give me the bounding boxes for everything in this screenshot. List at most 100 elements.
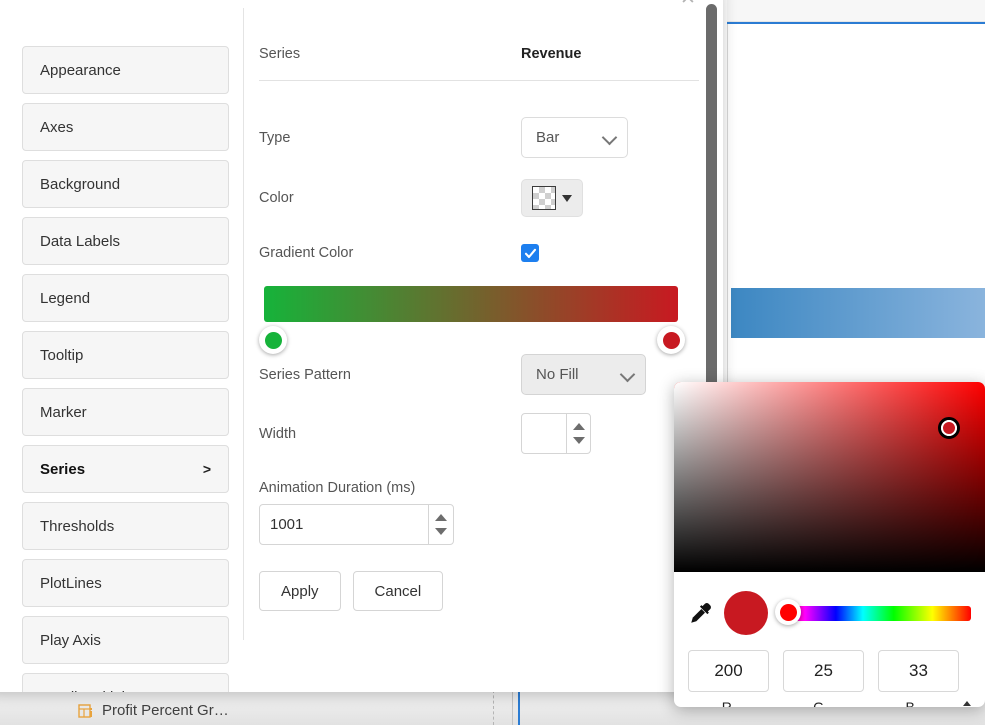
- sidebar-item-plotlines[interactable]: PlotLines: [22, 559, 229, 607]
- color-picker-body: R G B: [674, 572, 985, 707]
- background-blue-vertical-line: [518, 690, 520, 725]
- type-select-value: Bar: [536, 129, 559, 146]
- animation-stepper-buttons[interactable]: [428, 505, 453, 544]
- blue-input[interactable]: [878, 650, 959, 692]
- hue-slider[interactable]: [778, 603, 971, 623]
- stepper-up-icon[interactable]: [573, 423, 585, 430]
- animation-duration-input[interactable]: [260, 505, 428, 544]
- close-icon[interactable]: ✕: [677, 0, 699, 9]
- width-row: Width: [259, 413, 699, 454]
- type-select[interactable]: Bar: [521, 117, 628, 158]
- sidebar-item-label: Data Labels: [40, 233, 120, 250]
- sidebar-item-label: Series: [40, 461, 85, 478]
- rgb-inputs-row: [688, 650, 971, 692]
- red-input[interactable]: [688, 650, 769, 692]
- series-name: Revenue: [521, 46, 581, 62]
- sidebar-item-data-labels[interactable]: Data Labels: [22, 217, 229, 265]
- sidebar-item-label: Marker: [40, 404, 87, 421]
- color-label: Color: [259, 190, 521, 206]
- sidebar-item-appearance[interactable]: Appearance: [22, 46, 229, 94]
- background-top-strip: [727, 0, 985, 22]
- mode-up-arrow: [963, 701, 971, 706]
- eyedropper-icon[interactable]: [688, 600, 714, 626]
- gradient-color-checkbox[interactable]: [521, 244, 539, 262]
- saturation-value-area[interactable]: [674, 382, 985, 572]
- series-settings-form: Series Revenue Type Bar Color Gradien: [259, 46, 699, 611]
- series-pattern-value: No Fill: [536, 366, 579, 383]
- series-header-row: Series Revenue: [259, 46, 699, 62]
- sidebar-item-thresholds[interactable]: Thresholds: [22, 502, 229, 550]
- series-pattern-select[interactable]: No Fill: [521, 354, 646, 395]
- caret-down-icon: [562, 195, 572, 202]
- gradient-preview-bar: [264, 286, 678, 322]
- sidebar-item-legend[interactable]: Legend: [22, 274, 229, 322]
- color-picker-controls-row: [688, 584, 971, 642]
- color-swatch-button[interactable]: [521, 179, 583, 217]
- gradient-slider[interactable]: [259, 286, 699, 348]
- sidebar-item-small-multiples[interactable]: Small Multiples: [22, 673, 229, 692]
- sidebar-item-series[interactable]: Series >: [22, 445, 229, 493]
- background-list-item-label: Profit Percent Gr…: [102, 702, 229, 719]
- animation-duration-stepper[interactable]: [259, 504, 454, 545]
- type-label: Type: [259, 130, 521, 146]
- series-pattern-row: Series Pattern No Fill: [259, 354, 699, 395]
- blue-label: B: [871, 699, 949, 707]
- cancel-button[interactable]: Cancel: [353, 571, 444, 611]
- width-input[interactable]: [522, 414, 566, 453]
- background-list-item[interactable]: Profit Percent Gr…: [78, 702, 229, 719]
- apply-button[interactable]: Apply: [259, 571, 341, 611]
- gradient-start-handle[interactable]: [259, 326, 287, 354]
- background-dashed-divider: [493, 690, 494, 725]
- stepper-up-icon[interactable]: [435, 514, 447, 521]
- hue-handle-color: [780, 604, 797, 621]
- panel-divider: [243, 8, 244, 640]
- hue-gradient-bar[interactable]: [778, 606, 971, 621]
- background-blue-bar: [731, 288, 985, 338]
- check-icon: [524, 247, 537, 260]
- sidebar-item-label: Tooltip: [40, 347, 83, 364]
- color-picker-popover: R G B: [674, 382, 985, 707]
- sidebar-item-label: Axes: [40, 119, 73, 136]
- sidebar-item-tooltip[interactable]: Tooltip: [22, 331, 229, 379]
- sidebar-item-play-axis[interactable]: Play Axis: [22, 616, 229, 664]
- series-header-label: Series: [259, 46, 521, 62]
- transparent-checker-icon: [532, 186, 556, 210]
- sidebar-item-label: Thresholds: [40, 518, 114, 535]
- sidebar-item-marker[interactable]: Marker: [22, 388, 229, 436]
- background-accent-line: [727, 22, 985, 24]
- color-row: Color: [259, 179, 699, 217]
- chevron-right-icon: >: [203, 461, 211, 477]
- chart-table-icon: [78, 703, 94, 719]
- gradient-end-color: [663, 332, 680, 349]
- sv-cursor-handle[interactable]: [938, 417, 960, 439]
- sidebar-item-axes[interactable]: Axes: [22, 103, 229, 151]
- sidebar-item-label: Small Multiples: [40, 689, 141, 693]
- red-label: R: [688, 699, 766, 707]
- screen-root: Profit Percent Gr… ✕ Appearance Axes Bac…: [0, 0, 985, 725]
- header-rule: [259, 80, 699, 81]
- hue-slider-handle[interactable]: [775, 599, 801, 625]
- stepper-down-icon[interactable]: [573, 437, 585, 444]
- type-row: Type Bar: [259, 117, 699, 158]
- animation-duration-group: Animation Duration (ms): [259, 480, 699, 545]
- dialog-actions: Apply Cancel: [259, 571, 699, 611]
- width-label: Width: [259, 426, 521, 442]
- background-solid-divider: [512, 690, 513, 725]
- gradient-start-color: [265, 332, 282, 349]
- chevron-down-icon: [602, 129, 618, 145]
- sidebar-item-label: Background: [40, 176, 120, 193]
- series-settings-dialog: ✕ Appearance Axes Background Data Labels…: [0, 0, 723, 692]
- color-preview-swatch: [724, 591, 768, 635]
- color-mode-toggle-icon[interactable]: [963, 701, 971, 707]
- width-stepper-buttons[interactable]: [566, 414, 590, 453]
- stepper-down-icon[interactable]: [435, 528, 447, 535]
- sv-cursor-color: [941, 420, 957, 436]
- sidebar-item-background[interactable]: Background: [22, 160, 229, 208]
- gradient-color-label: Gradient Color: [259, 245, 521, 261]
- settings-sidebar: Appearance Axes Background Data Labels L…: [22, 46, 229, 692]
- width-stepper[interactable]: [521, 413, 591, 454]
- sidebar-item-label: Legend: [40, 290, 90, 307]
- gradient-end-handle[interactable]: [657, 326, 685, 354]
- sidebar-item-label: Appearance: [40, 62, 121, 79]
- green-input[interactable]: [783, 650, 864, 692]
